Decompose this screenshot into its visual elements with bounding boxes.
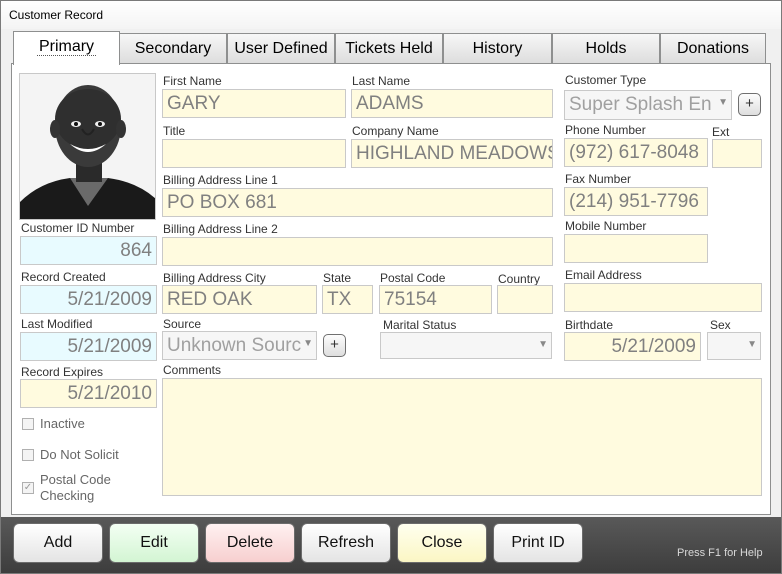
birthdate-label: Birthdate [565, 318, 614, 332]
source-label: Source [163, 317, 202, 331]
record-expires-field[interactable]: 5/21/2010 [20, 379, 157, 408]
state-field[interactable]: TX [322, 285, 373, 314]
do-not-solicit-checkbox[interactable]: Do Not Solicit [22, 447, 152, 465]
company-name-field[interactable]: HIGHLAND MEADOWS [351, 139, 553, 168]
tab-holds[interactable]: Holds [552, 33, 660, 64]
tab-holds-label: Holds [585, 40, 627, 57]
tab-tickets-held-label: Tickets Held [345, 40, 433, 57]
postal-code-label: Postal Code [380, 271, 446, 285]
billing-line1-label: Billing Address Line 1 [163, 173, 278, 187]
tab-tickets-held[interactable]: Tickets Held [335, 33, 443, 64]
tab-user-defined[interactable]: User Defined [227, 33, 335, 64]
customer-record-window: Customer Record Primary Secondary User D… [0, 0, 782, 574]
customer-id-label: Customer ID Number [21, 221, 135, 235]
tab-history[interactable]: History [443, 33, 552, 64]
tab-primary[interactable]: Primary [13, 31, 120, 65]
state-label: State [323, 271, 352, 285]
tab-bar: Primary Secondary User Defined Tickets H… [11, 31, 771, 65]
close-button[interactable]: Close [397, 523, 487, 563]
tab-secondary[interactable]: Secondary [119, 33, 227, 64]
source-value: Unknown Sourc [167, 335, 302, 356]
customer-type-label: Customer Type [565, 73, 647, 87]
last-name-label: Last Name [352, 74, 411, 88]
title-label: Title [163, 124, 186, 138]
tab-user-defined-label: User Defined [234, 40, 328, 57]
first-name-label: First Name [163, 74, 222, 88]
sex-label: Sex [710, 318, 731, 332]
customer-photo [19, 73, 156, 220]
inactive-check-box[interactable] [22, 418, 34, 430]
window-title: Customer Record [1, 1, 781, 29]
add-button[interactable]: Add [13, 523, 103, 563]
do-not-solicit-label: Do Not Solicit [40, 447, 119, 462]
billing-line2-field[interactable] [162, 237, 553, 266]
fax-number-label: Fax Number [565, 172, 632, 186]
customer-type-value: Super Splash En [569, 94, 712, 115]
delete-button[interactable]: Delete [205, 523, 295, 563]
country-label: Country [498, 272, 541, 286]
customer-id-field[interactable]: 864 [20, 236, 157, 265]
city-field[interactable]: RED OAK [162, 285, 317, 314]
person-photo-icon [20, 74, 155, 219]
chevron-down-icon[interactable]: ▼ [718, 97, 728, 108]
postal-code-checking-label-line1: Postal Code [40, 472, 111, 487]
record-created-label: Record Created [21, 270, 106, 284]
sex-select[interactable]: ▼ [707, 332, 761, 360]
tab-donations[interactable]: Donations [660, 33, 766, 64]
birthdate-field[interactable]: 5/21/2009 [564, 332, 701, 361]
refresh-button[interactable]: Refresh [301, 523, 391, 563]
last-modified-label: Last Modified [21, 317, 93, 331]
marital-status-label: Marital Status [383, 318, 457, 332]
tab-primary-label: Primary [36, 38, 97, 56]
phone-number-field[interactable]: (972) 617-8048 [564, 138, 708, 167]
email-label: Email Address [565, 268, 642, 282]
edit-button[interactable]: Edit [109, 523, 199, 563]
chevron-down-icon[interactable]: ▼ [747, 339, 757, 350]
record-created-field[interactable]: 5/21/2009 [20, 285, 157, 314]
print-id-button[interactable]: Print ID [493, 523, 583, 563]
tab-history-label: History [472, 40, 523, 57]
billing-line2-label: Billing Address Line 2 [163, 222, 278, 236]
ext-label: Ext [712, 125, 730, 139]
comments-label: Comments [163, 363, 222, 377]
ext-field[interactable] [712, 139, 762, 168]
postal-code-field[interactable]: 75154 [379, 285, 492, 314]
first-name-field[interactable]: GARY [162, 89, 346, 118]
checkmark-icon[interactable]: ✓ [22, 482, 34, 494]
comments-textarea[interactable] [162, 378, 762, 496]
marital-status-select[interactable]: ▼ [380, 332, 552, 359]
email-field[interactable] [564, 283, 762, 312]
phone-number-label: Phone Number [565, 123, 646, 137]
inactive-label: Inactive [40, 416, 85, 431]
mobile-number-field[interactable] [564, 234, 708, 263]
city-label: Billing Address City [163, 271, 266, 285]
postal-code-checking-label-line2: Checking [40, 488, 95, 503]
chevron-down-icon[interactable]: ▼ [303, 338, 313, 349]
do-not-solicit-check-box[interactable] [22, 449, 34, 461]
last-name-field[interactable]: ADAMS [351, 89, 553, 118]
help-hint: Press F1 for Help [677, 547, 763, 559]
chevron-down-icon[interactable]: ▼ [538, 339, 548, 350]
country-field[interactable] [497, 285, 553, 314]
mobile-number-label: Mobile Number [565, 219, 647, 233]
company-name-label: Company Name [352, 124, 439, 138]
fax-number-field[interactable]: (214) 951-7796 [564, 187, 708, 216]
customer-type-select[interactable]: Super Splash En ▼ [564, 90, 732, 120]
inactive-checkbox[interactable]: Inactive [22, 416, 152, 434]
tab-donations-label: Donations [676, 40, 750, 57]
add-source-button[interactable]: + [323, 334, 346, 357]
record-expires-label: Record Expires [21, 365, 104, 379]
billing-line1-field[interactable]: PO BOX 681 [162, 188, 553, 217]
postal-code-checking-checkbox[interactable]: ✓ Postal Code Checking [22, 472, 152, 506]
title-field[interactable] [162, 139, 346, 168]
last-modified-field[interactable]: 5/21/2009 [20, 332, 157, 361]
tab-secondary-label: Secondary [134, 40, 212, 57]
add-customer-type-button[interactable]: + [738, 93, 761, 116]
source-select[interactable]: Unknown Sourc ▼ [162, 331, 317, 360]
